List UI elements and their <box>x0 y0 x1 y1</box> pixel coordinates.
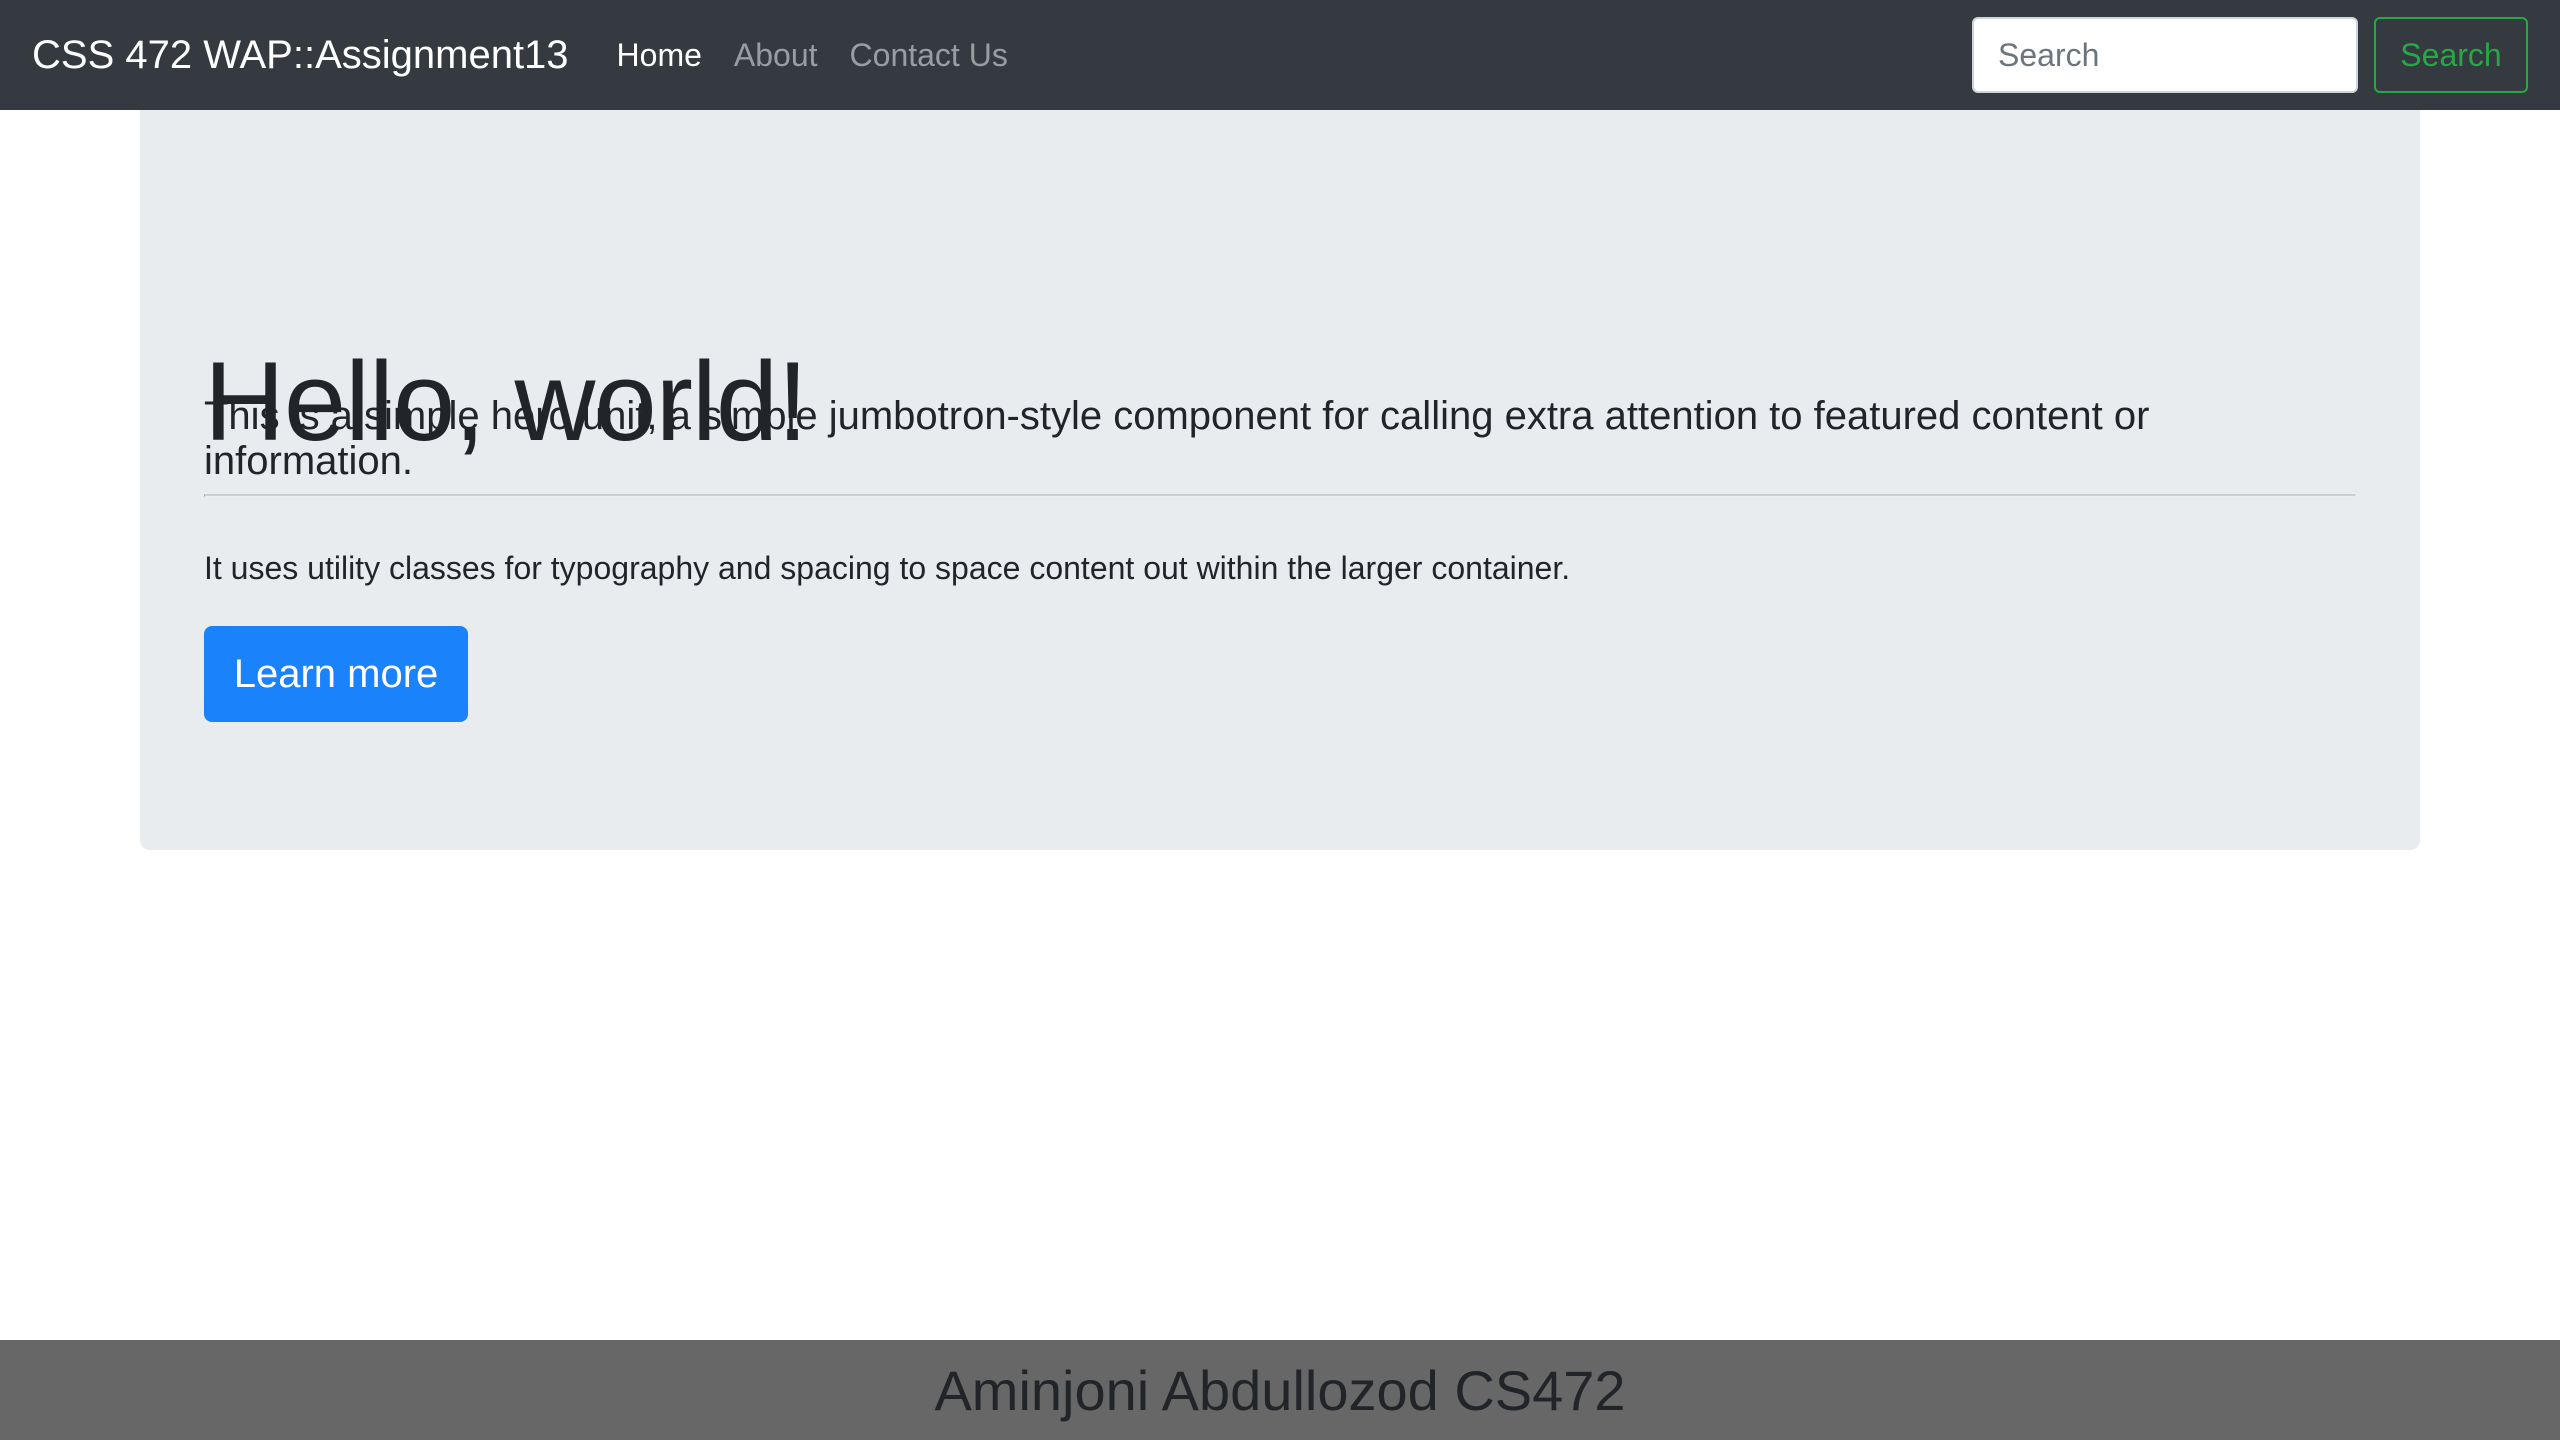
nav-item-contact: Contact Us <box>850 37 1040 74</box>
nav-item-about: About <box>734 37 850 74</box>
search-form: Search <box>1972 17 2528 93</box>
page: CSS 472 WAP::Assignment13 Home About Con… <box>0 0 2560 1440</box>
nav-link-contact-us[interactable]: Contact Us <box>850 37 1008 73</box>
hero-body-text: It uses utility classes for typography a… <box>204 550 1571 586</box>
jumbotron: Hello, world! This is a simple hero unit… <box>140 110 2420 850</box>
navbar: CSS 472 WAP::Assignment13 Home About Con… <box>0 0 2560 110</box>
search-button[interactable]: Search <box>2374 17 2528 93</box>
nav-links: Home About Contact Us <box>617 37 1040 74</box>
learn-more-button[interactable]: Learn more <box>204 626 468 722</box>
search-input[interactable] <box>1972 17 2358 93</box>
nav-link-home[interactable]: Home <box>617 37 702 73</box>
navbar-brand[interactable]: CSS 472 WAP::Assignment13 <box>32 33 569 78</box>
footer: Aminjoni Abdullozod CS472 <box>0 1340 2560 1440</box>
nav-link-about[interactable]: About <box>734 37 818 73</box>
hero-divider <box>204 494 2356 497</box>
hero-lead: This is a simple hero unit, a simple jum… <box>204 394 2150 483</box>
footer-text: Aminjoni Abdullozod CS472 <box>934 1358 1626 1422</box>
nav-item-home: Home <box>617 37 734 74</box>
